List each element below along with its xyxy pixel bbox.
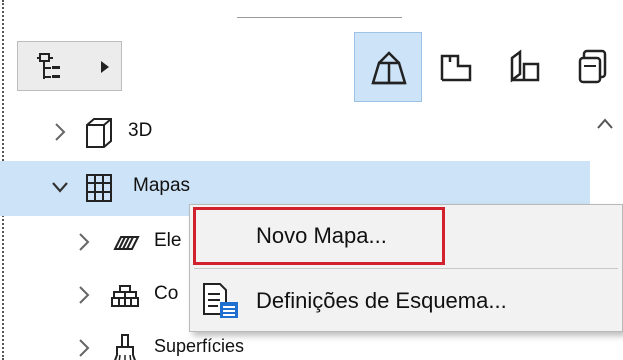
chevron-right-icon[interactable] <box>76 284 92 306</box>
navigator-menu-button[interactable] <box>17 41 122 91</box>
3d-box-icon <box>86 118 112 148</box>
toolbar <box>0 32 623 102</box>
tab-elevation-view[interactable] <box>490 32 558 102</box>
chevron-down-icon[interactable] <box>52 176 68 198</box>
tree-item-label: Superfícies <box>154 336 245 356</box>
menu-item-definicoes-esquema[interactable]: Definições de Esquema... <box>190 270 622 332</box>
tab-layout-view[interactable] <box>558 32 623 102</box>
chevron-right-icon[interactable] <box>52 121 68 143</box>
tab-3d-view[interactable] <box>354 32 422 102</box>
menu-item-novo-mapa[interactable]: Novo Mapa... <box>190 205 622 267</box>
tree-item-label: Mapas <box>133 175 191 196</box>
elevation-icon <box>510 49 540 83</box>
plan-icon <box>440 54 472 82</box>
divider <box>237 17 402 18</box>
stack-icon <box>578 49 607 84</box>
components-icon <box>111 285 139 307</box>
scheme-settings-icon <box>203 283 238 318</box>
chevron-right-icon[interactable] <box>76 231 92 253</box>
tree-item-label: Co <box>154 283 179 304</box>
menu-separator <box>194 268 618 269</box>
scroll-up-arrow-icon[interactable] <box>594 116 616 132</box>
tree-structure-icon <box>37 53 60 79</box>
chevron-right-icon[interactable] <box>76 337 92 359</box>
hatch-icon <box>113 236 140 250</box>
tab-plan-view[interactable] <box>422 32 490 102</box>
3d-building-icon <box>371 51 407 85</box>
menu-item-label: Novo Mapa... <box>256 223 387 248</box>
tree-item-label: Ele <box>154 230 182 251</box>
context-menu: Novo Mapa... Definições de Esquema... <box>189 204 623 332</box>
tree-item-label: 3D <box>128 120 153 141</box>
menu-item-label: Definições de Esquema... <box>256 288 507 313</box>
brush-icon <box>114 334 136 360</box>
tree-item-3d[interactable]: 3D <box>0 106 590 161</box>
caret-right-icon <box>101 61 109 73</box>
grid-table-icon <box>86 174 112 202</box>
